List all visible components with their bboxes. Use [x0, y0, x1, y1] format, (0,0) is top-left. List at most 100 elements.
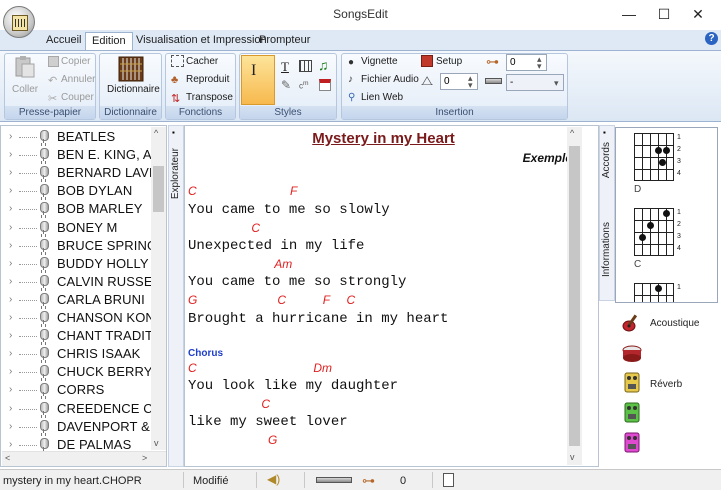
tree-item[interactable]: › BEN E. KING, AS: [7, 146, 153, 164]
flag-icon[interactable]: [319, 79, 331, 91]
pedal-icon[interactable]: [621, 371, 643, 393]
chevron-right-icon[interactable]: ›: [9, 131, 12, 142]
style-cursor-button[interactable]: I: [241, 55, 275, 105]
text-style-icon[interactable]: T: [281, 59, 289, 75]
application-menu-button[interactable]: [3, 6, 35, 38]
tree-item[interactable]: › CHRIS ISAAK: [7, 345, 153, 363]
tree-item[interactable]: › CREEDENCE CLE: [7, 400, 153, 418]
tree-item[interactable]: › CHANT TRADIT: [7, 327, 153, 345]
scroll-down-icon[interactable]: v: [154, 438, 159, 448]
chevron-right-icon[interactable]: ›: [9, 185, 12, 196]
couper-button[interactable]: Couper: [61, 92, 94, 103]
chord-text-icon[interactable]: cm: [299, 80, 309, 91]
tempo-input[interactable]: 0 ▴ ▾: [440, 73, 478, 90]
chevron-right-icon[interactable]: ›: [9, 312, 12, 323]
chevron-right-icon[interactable]: ›: [9, 222, 12, 233]
lien-web-button[interactable]: Lien Web: [361, 92, 403, 103]
chevron-right-icon[interactable]: ›: [9, 276, 12, 287]
tree-item[interactable]: › BOB MARLEY: [7, 200, 153, 218]
scroll-right-icon[interactable]: >: [142, 453, 147, 463]
tree-item[interactable]: › BONEY M: [7, 219, 153, 237]
tab-prompteur[interactable]: Prompteur: [253, 32, 316, 50]
transpose-button[interactable]: Transpose: [186, 92, 233, 103]
fret-number: 3: [677, 233, 681, 240]
pedal-pink-icon[interactable]: [621, 431, 643, 453]
chevron-right-icon[interactable]: ›: [9, 439, 12, 450]
tree-item[interactable]: › CHANSON KONC: [7, 309, 153, 327]
hide-icon: [171, 55, 184, 67]
status-divider: [256, 472, 257, 488]
chevron-right-icon[interactable]: ›: [9, 258, 12, 269]
right-side-tabs: ▪ Accords Informations: [599, 125, 615, 301]
tab-informations[interactable]: Informations: [601, 222, 612, 277]
chevron-right-icon[interactable]: ›: [9, 294, 12, 305]
copier-button[interactable]: Copier: [61, 56, 90, 67]
help-icon[interactable]: ?: [705, 32, 718, 45]
song-editor[interactable]: Mystery in my Heart Exemple C F You came…: [184, 125, 599, 467]
microphone-icon: [39, 238, 49, 253]
explorer-side-tab[interactable]: ▪ Explorateur: [168, 125, 184, 467]
harmonica-icon: [485, 78, 502, 84]
tab-visualisation-impression[interactable]: Visualisation et Impression: [130, 32, 273, 50]
tab-edition[interactable]: Edition: [85, 32, 133, 51]
tree-horizontal-scrollbar[interactable]: < >: [2, 451, 166, 466]
tree-vertical-scroll-thumb[interactable]: [153, 166, 164, 212]
tree-connector: [19, 354, 37, 356]
vignette-button[interactable]: Vignette: [361, 56, 398, 67]
scroll-down-icon[interactable]: v: [570, 452, 575, 462]
table-icon[interactable]: [299, 60, 312, 72]
pedal-green-icon[interactable]: [621, 401, 643, 423]
tree-item[interactable]: › BERNARD LAVIL: [7, 164, 153, 182]
tree-item[interactable]: › CORRS: [7, 381, 153, 399]
chevron-right-icon[interactable]: ›: [9, 403, 12, 414]
chord-name: C: [634, 259, 642, 270]
tree-item[interactable]: › CARLA BRUNI: [7, 291, 153, 309]
tempo-down-icon[interactable]: ▾: [468, 80, 473, 91]
capo-down-icon[interactable]: ▾: [537, 61, 542, 72]
fichier-audio-button[interactable]: Fichier Audio: [361, 74, 419, 85]
chord-line: C: [188, 221, 261, 235]
chevron-right-icon[interactable]: ›: [9, 421, 12, 432]
harmonica-select[interactable]: - ▾: [506, 74, 564, 91]
coller-button[interactable]: Coller: [12, 84, 38, 95]
tree-item[interactable]: › DAVENPORT &: [7, 418, 153, 436]
chevron-right-icon[interactable]: ›: [9, 240, 12, 251]
chevron-right-icon[interactable]: ›: [9, 384, 12, 395]
chevron-right-icon[interactable]: ›: [9, 348, 12, 359]
chevron-right-icon[interactable]: ›: [9, 203, 12, 214]
editor-vertical-scroll-thumb[interactable]: [569, 146, 580, 446]
dictionnaire-button[interactable]: Dictionnaire: [107, 84, 160, 95]
speaker-icon[interactable]: ◀): [267, 472, 280, 486]
tree-item[interactable]: › CHUCK BERRY: [7, 363, 153, 381]
music-note-icon[interactable]: ♫: [318, 57, 329, 73]
capo-icon: ⊶: [362, 473, 375, 488]
cacher-button[interactable]: Cacher: [186, 56, 218, 67]
reproduit-button[interactable]: Reproduit: [186, 74, 229, 85]
pin-icon[interactable]: ▪: [172, 128, 175, 137]
tree-item[interactable]: › BOB DYLAN: [7, 182, 153, 200]
scroll-up-icon[interactable]: ^: [570, 128, 574, 138]
capo-input[interactable]: 0 ▴ ▾: [506, 54, 547, 71]
tab-accords[interactable]: Accords: [601, 142, 612, 178]
chevron-right-icon[interactable]: ›: [9, 330, 12, 341]
scroll-up-icon[interactable]: ^: [154, 128, 158, 138]
setup-button[interactable]: Setup: [436, 56, 462, 67]
scroll-left-icon[interactable]: <: [5, 453, 10, 463]
annuler-button[interactable]: Annuler: [61, 74, 95, 85]
close-button[interactable]: ✕: [675, 0, 721, 30]
tree-item[interactable]: › BEATLES: [7, 128, 153, 146]
tree-item[interactable]: › BUDDY HOLLY: [7, 255, 153, 273]
chevron-down-icon[interactable]: ▾: [554, 78, 559, 89]
chevron-right-icon[interactable]: ›: [9, 366, 12, 377]
chevron-right-icon[interactable]: ›: [9, 167, 12, 178]
document-icon[interactable]: [443, 473, 454, 487]
tree-item[interactable]: › BRUCE SPRINGS: [7, 237, 153, 255]
pen-icon[interactable]: ✎: [281, 78, 291, 92]
pin-icon[interactable]: ▪: [603, 128, 606, 137]
electric-guitar-icon[interactable]: [621, 311, 643, 333]
tab-accueil[interactable]: Accueil: [40, 32, 87, 50]
drums-icon[interactable]: [621, 341, 643, 363]
chevron-right-icon[interactable]: ›: [9, 149, 12, 160]
lyric-line: like my sweet lover: [188, 414, 348, 430]
tree-item[interactable]: › CALVIN RUSSEL: [7, 273, 153, 291]
